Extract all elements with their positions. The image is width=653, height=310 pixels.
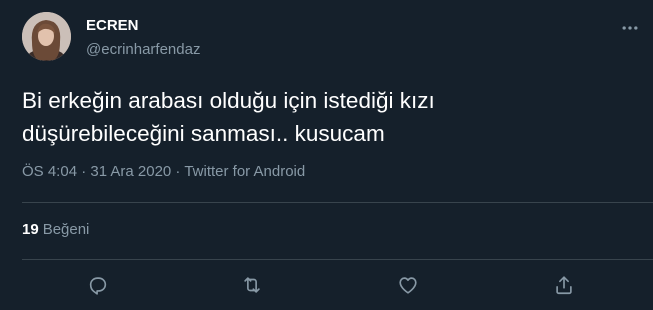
avatar[interactable] [22,12,71,61]
user-handle[interactable]: @ecrinharfendaz [86,41,200,58]
tweet-timestamp[interactable]: ÖS 4:04 · 31 Ara 2020 · Twitter for Andr… [22,163,305,180]
reply-icon [89,277,107,295]
share-button[interactable] [551,272,577,298]
more-options-button[interactable] [617,15,643,41]
retweet-button[interactable] [239,272,265,298]
more-horizontal-icon [622,26,638,30]
share-icon [556,276,572,295]
retweet-icon [244,277,260,293]
divider [22,259,653,260]
reply-button[interactable] [85,272,111,298]
like-button[interactable] [395,272,421,298]
profile-photo-icon [22,12,71,61]
display-name[interactable]: ECREN [86,17,139,34]
likes-stat[interactable]: 19 Beğeni [22,221,89,238]
likes-label: Beğeni [42,221,90,238]
tweet-text: Bi erkeğin arabası olduğu için istediği … [22,88,435,146]
tweet-card: ECREN @ecrinharfendaz Bi erkeğin arabası… [0,0,653,310]
likes-count: 19 [22,221,39,238]
like-icon [399,277,417,294]
divider [22,202,653,203]
